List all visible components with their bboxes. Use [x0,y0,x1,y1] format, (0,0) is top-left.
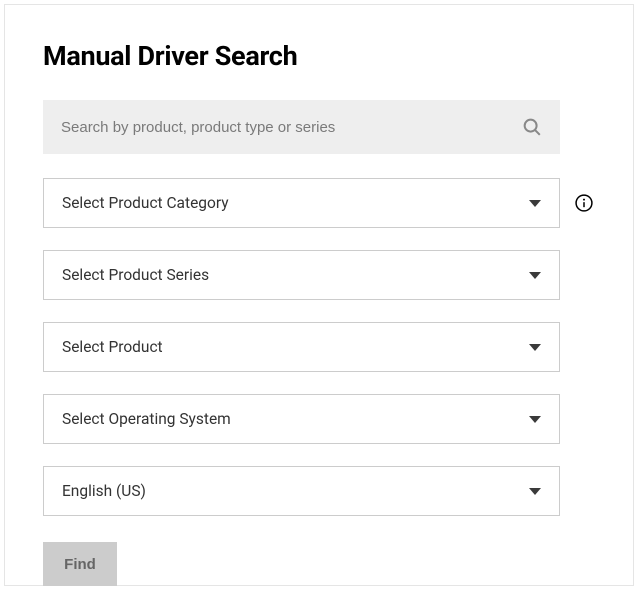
caret-down-icon [529,272,541,279]
product-row: Select Product [43,322,595,372]
operating-system-dropdown[interactable]: Select Operating System [43,394,560,444]
dropdown-label: Select Product Series [62,266,209,284]
product-category-row: Select Product Category [43,178,595,228]
search-row [43,100,595,154]
info-icon[interactable] [574,193,594,213]
dropdown-label: Select Product [62,338,163,356]
caret-down-icon [529,344,541,351]
page-title: Manual Driver Search [43,40,595,72]
dropdown-label: Select Product Category [62,194,229,212]
caret-down-icon [529,488,541,495]
search-input[interactable] [43,100,560,154]
caret-down-icon [529,200,541,207]
language-row: English (US) [43,466,595,516]
language-dropdown[interactable]: English (US) [43,466,560,516]
product-dropdown[interactable]: Select Product [43,322,560,372]
operating-system-row: Select Operating System [43,394,595,444]
find-button[interactable]: Find [43,542,117,586]
product-category-dropdown[interactable]: Select Product Category [43,178,560,228]
caret-down-icon [529,416,541,423]
dropdown-label: English (US) [62,482,146,500]
driver-search-card: Manual Driver Search Select Product Cate… [4,4,634,586]
product-series-dropdown[interactable]: Select Product Series [43,250,560,300]
product-series-row: Select Product Series [43,250,595,300]
dropdown-label: Select Operating System [62,410,231,428]
